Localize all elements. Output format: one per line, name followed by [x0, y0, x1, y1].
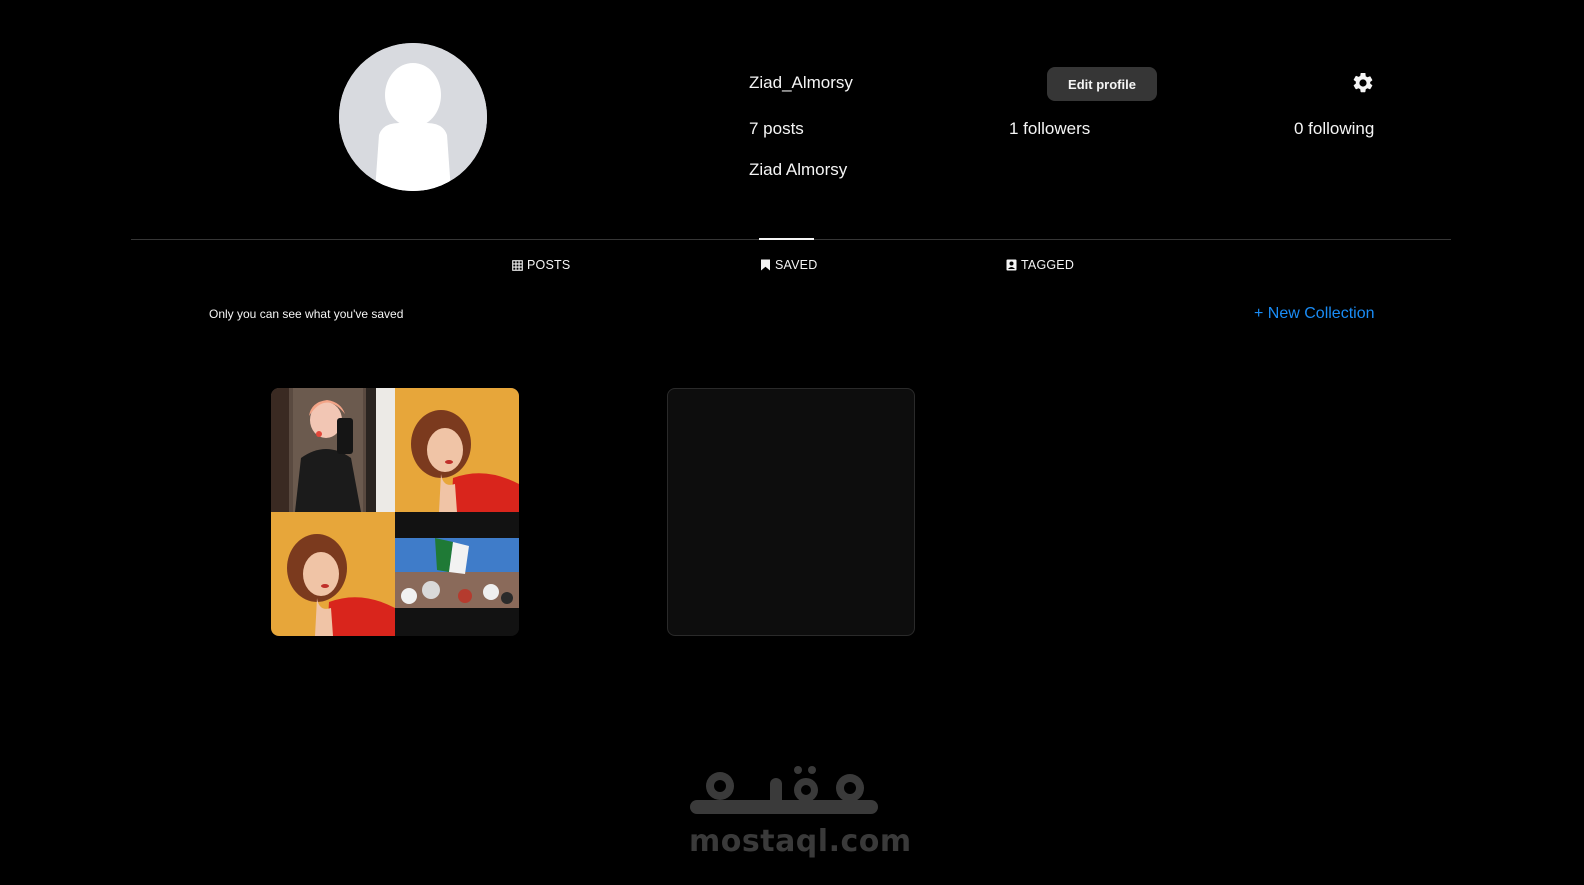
tab-posts-label: POSTS: [527, 258, 571, 272]
saved-privacy-note: Only you can see what you've saved: [209, 307, 404, 321]
selfie-mirror-photo: [271, 388, 395, 512]
tagged-icon: [1006, 259, 1017, 271]
profile-full-name: Ziad Almorsy: [749, 160, 848, 179]
edit-profile-button[interactable]: Edit profile: [1047, 67, 1157, 101]
crowd-flag-photo: [395, 512, 519, 636]
grid-icon: [512, 259, 523, 271]
tab-tagged-label: TAGGED: [1021, 258, 1075, 272]
watermark-text: mostaql.com: [689, 824, 912, 859]
followers-count[interactable]: 1 followers: [1009, 119, 1090, 139]
following-count[interactable]: 0 following: [1294, 119, 1374, 139]
settings-gear-icon[interactable]: [1351, 71, 1375, 95]
active-tab-indicator: [759, 238, 814, 240]
empty-collection-card[interactable]: [667, 388, 915, 636]
new-collection-link[interactable]: + New Collection: [1254, 305, 1375, 323]
portrait-orange-photo: [271, 512, 395, 636]
tab-posts[interactable]: POSTS: [512, 257, 570, 273]
saved-collection-card[interactable]: [271, 388, 519, 636]
posts-count: 7 posts: [749, 119, 804, 138]
bookmark-icon: [760, 259, 771, 271]
profile-avatar[interactable]: [339, 43, 487, 191]
portrait-orange-photo: [395, 388, 519, 512]
tab-saved-label: SAVED: [775, 258, 818, 272]
profile-username: Ziad_Almorsy: [749, 73, 853, 92]
tab-tagged[interactable]: TAGGED: [1006, 257, 1074, 273]
tab-saved[interactable]: SAVED: [760, 257, 817, 273]
